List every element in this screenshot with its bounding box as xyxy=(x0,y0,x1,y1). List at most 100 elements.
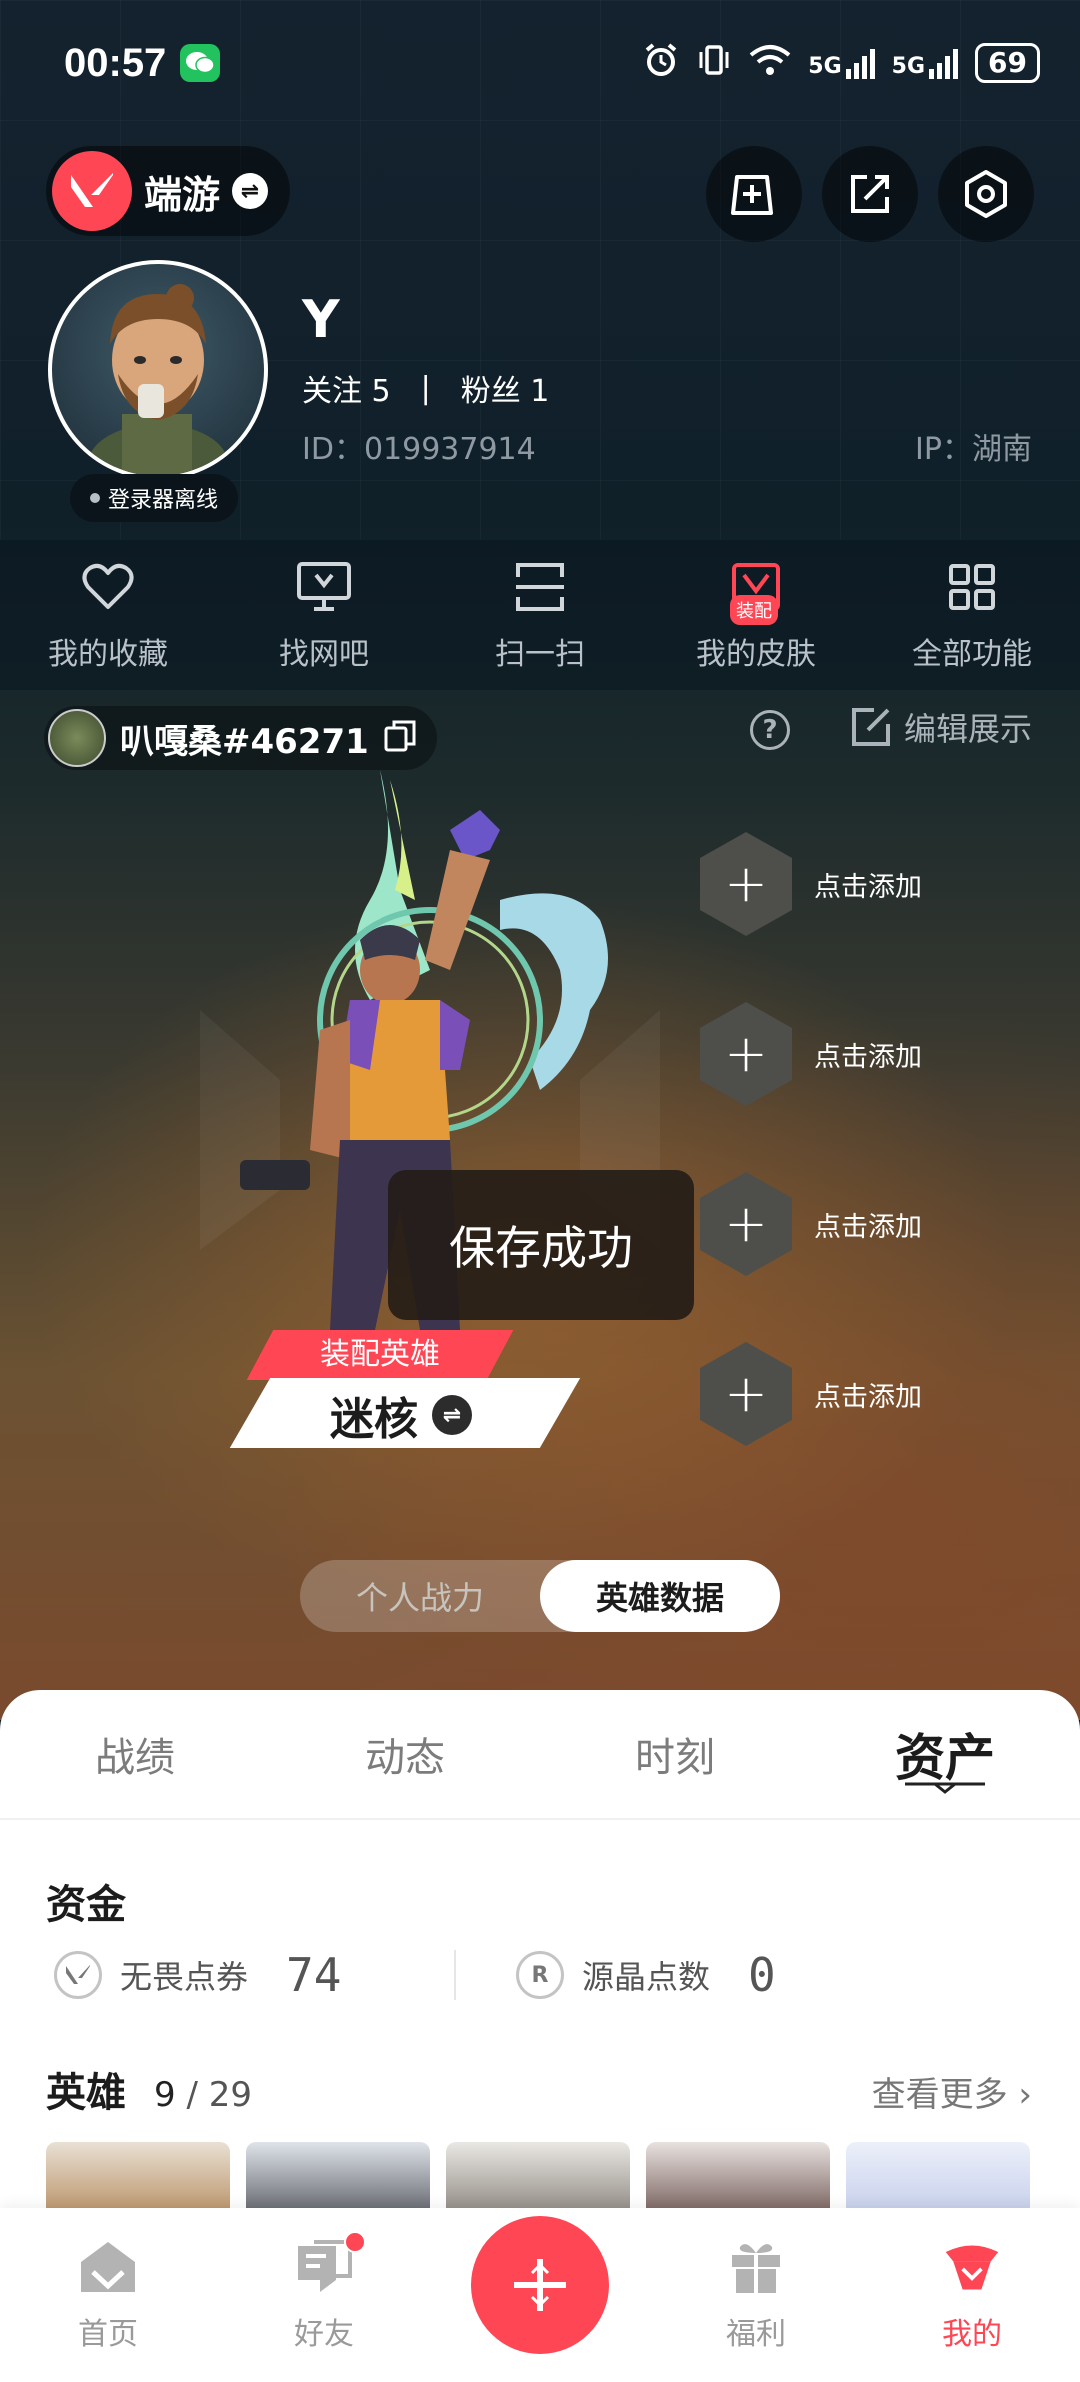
radianite-points-value: 0 xyxy=(748,1948,776,2002)
hero-name: 迷核 xyxy=(330,1394,418,1445)
quick-action-label: 扫一扫 xyxy=(495,637,585,672)
platform-switcher[interactable]: 端游 ⇌ xyxy=(46,146,291,236)
status-bar: 00:57 5G 5G 69 xyxy=(64,28,1040,98)
chevron-right-icon: › xyxy=(1018,2075,1032,2115)
following-count[interactable]: 关注 5 xyxy=(302,366,391,410)
toggle-hero-data[interactable]: 英雄数据 xyxy=(540,1560,780,1632)
swap-icon: ⇌ xyxy=(432,1395,472,1435)
slot-label: 点击添加 xyxy=(814,1381,922,1413)
profile-ip: IP：湖南 xyxy=(915,432,1032,467)
active-tab-indicator xyxy=(905,1782,985,1794)
add-card-icon xyxy=(731,175,773,215)
quick-action-label: 找网吧 xyxy=(279,637,369,672)
nav-label: 首页 xyxy=(78,2317,138,2352)
tab-moments[interactable]: 时刻 xyxy=(540,1725,810,1783)
equip-tag: 装配 xyxy=(730,595,778,625)
plus-icon: + xyxy=(700,832,792,936)
tab-assets-label: 资产 xyxy=(895,1729,995,1787)
showcase-slot[interactable]: + 点击添加 xyxy=(700,1342,922,1446)
quick-action-all-features[interactable]: 全部功能 xyxy=(872,557,1072,673)
tab-match-history[interactable]: 战绩 xyxy=(0,1725,270,1783)
game-account-pill[interactable]: 叭嘎桑#46271 xyxy=(44,706,437,770)
toggle-personal-power[interactable]: 个人战力 xyxy=(300,1560,540,1632)
follow-stats: 关注 5 | 粉丝 1 xyxy=(302,366,549,410)
game-account-avatar xyxy=(48,709,106,767)
radianite-points: R 源晶点数 0 xyxy=(516,1948,776,2002)
gear-icon xyxy=(965,170,1007,218)
plus-icon xyxy=(471,2216,609,2354)
quick-action-scan[interactable]: 扫一扫 xyxy=(440,557,640,673)
quick-action-skins[interactable]: 装配 我的皮肤 xyxy=(656,557,856,673)
quick-action-label: 我的皮肤 xyxy=(696,637,816,672)
valorant-points-value: 74 xyxy=(286,1948,342,2002)
tab-activity[interactable]: 动态 xyxy=(270,1725,540,1783)
share-button[interactable] xyxy=(822,146,918,242)
heroes-header: 英雄 9 / 29 查看更多 › xyxy=(46,2060,1032,2118)
slot-label: 点击添加 xyxy=(814,1211,922,1243)
quick-action-label: 我的收藏 xyxy=(48,637,168,672)
profile-name: Y xyxy=(302,290,340,350)
tab-bar: 战绩 动态 时刻 资产 xyxy=(0,1690,1080,1820)
nav-rewards[interactable]: 福利 xyxy=(666,2237,846,2353)
copy-icon[interactable] xyxy=(383,719,417,757)
edit-display-button[interactable]: 编辑展示 xyxy=(850,704,1032,750)
quick-action-internet-cafe[interactable]: 找网吧 xyxy=(224,557,424,673)
slot-label: 点击添加 xyxy=(814,1041,922,1073)
signal-5g-icon: 5G xyxy=(808,47,875,79)
nav-profile[interactable]: 我的 xyxy=(882,2237,1062,2353)
nav-create[interactable] xyxy=(450,2216,630,2354)
plus-icon: + xyxy=(700,1342,792,1446)
showcase-slot[interactable]: + 点击添加 xyxy=(700,1002,922,1106)
status-time: 00:57 xyxy=(64,40,167,85)
offline-label: 登录器离线 xyxy=(108,488,219,513)
wechat-icon xyxy=(180,44,221,82)
help-icon[interactable]: ? xyxy=(750,710,790,750)
gift-icon xyxy=(726,2237,786,2297)
skin-icon: 装配 xyxy=(726,557,786,625)
nav-friends[interactable]: 好友 xyxy=(234,2231,414,2353)
quick-actions: 我的收藏 找网吧 扫一扫 装配 我的皮肤 全部功能 xyxy=(0,540,1080,690)
launcher-status-badge: 登录器离线 xyxy=(70,474,239,522)
swap-icon: ⇌ xyxy=(232,173,269,209)
hero-switch-button[interactable]: 迷核 ⇌ xyxy=(330,1380,472,1450)
nav-label: 福利 xyxy=(726,2317,786,2352)
radianite-points-icon: R xyxy=(516,1951,564,1999)
alarm-icon xyxy=(642,41,680,86)
bottom-navigation: 首页 好友 福利 我的 xyxy=(0,2208,1080,2382)
sparkle-card-button[interactable] xyxy=(706,146,802,242)
edit-display-label: 编辑展示 xyxy=(903,710,1032,748)
fans-count[interactable]: 粉丝 1 xyxy=(461,366,550,410)
profile-id: ID：019937914 xyxy=(302,432,536,467)
profile-icon xyxy=(942,2237,1002,2297)
signal-5g-icon-2: 5G xyxy=(892,47,959,79)
tab-assets[interactable]: 资产 xyxy=(810,1718,1080,1794)
signal-label-2: 5G xyxy=(891,54,926,79)
heroes-total: / 29 xyxy=(186,2075,252,2115)
settings-button[interactable] xyxy=(938,146,1034,242)
offline-dot-icon xyxy=(90,493,100,503)
plus-icon: + xyxy=(700,1002,792,1106)
showcase-slot[interactable]: + 点击添加 xyxy=(700,832,922,936)
nav-label: 我的 xyxy=(942,2317,1002,2352)
save-success-toast: 保存成功 xyxy=(388,1170,694,1320)
share-icon xyxy=(851,175,889,213)
valorant-points-icon xyxy=(54,1951,102,1999)
funds-row: 无畏点券 74 R 源晶点数 0 xyxy=(0,1940,1080,2010)
scan-icon xyxy=(510,557,570,617)
heroes-count: 9 / 29 xyxy=(154,2075,252,2115)
heroes-title: 英雄 xyxy=(46,2070,126,2116)
showcase-slot[interactable]: + 点击添加 xyxy=(700,1172,922,1276)
nav-label: 好友 xyxy=(294,2317,354,2352)
quick-action-label: 全部功能 xyxy=(912,637,1032,672)
quick-action-favorites[interactable]: 我的收藏 xyxy=(8,557,208,673)
see-more-link[interactable]: 查看更多 › xyxy=(872,2067,1032,2116)
see-more-label: 查看更多 xyxy=(871,2075,1008,2115)
valorant-logo-icon xyxy=(52,151,132,231)
equip-hero-label: 装配英雄 xyxy=(320,1337,440,1372)
signal-label-1: 5G xyxy=(808,54,842,79)
avatar[interactable] xyxy=(48,260,268,480)
heart-icon xyxy=(78,557,138,617)
edit-icon xyxy=(851,708,890,746)
notification-dot xyxy=(344,2231,366,2253)
nav-home[interactable]: 首页 xyxy=(18,2237,198,2353)
